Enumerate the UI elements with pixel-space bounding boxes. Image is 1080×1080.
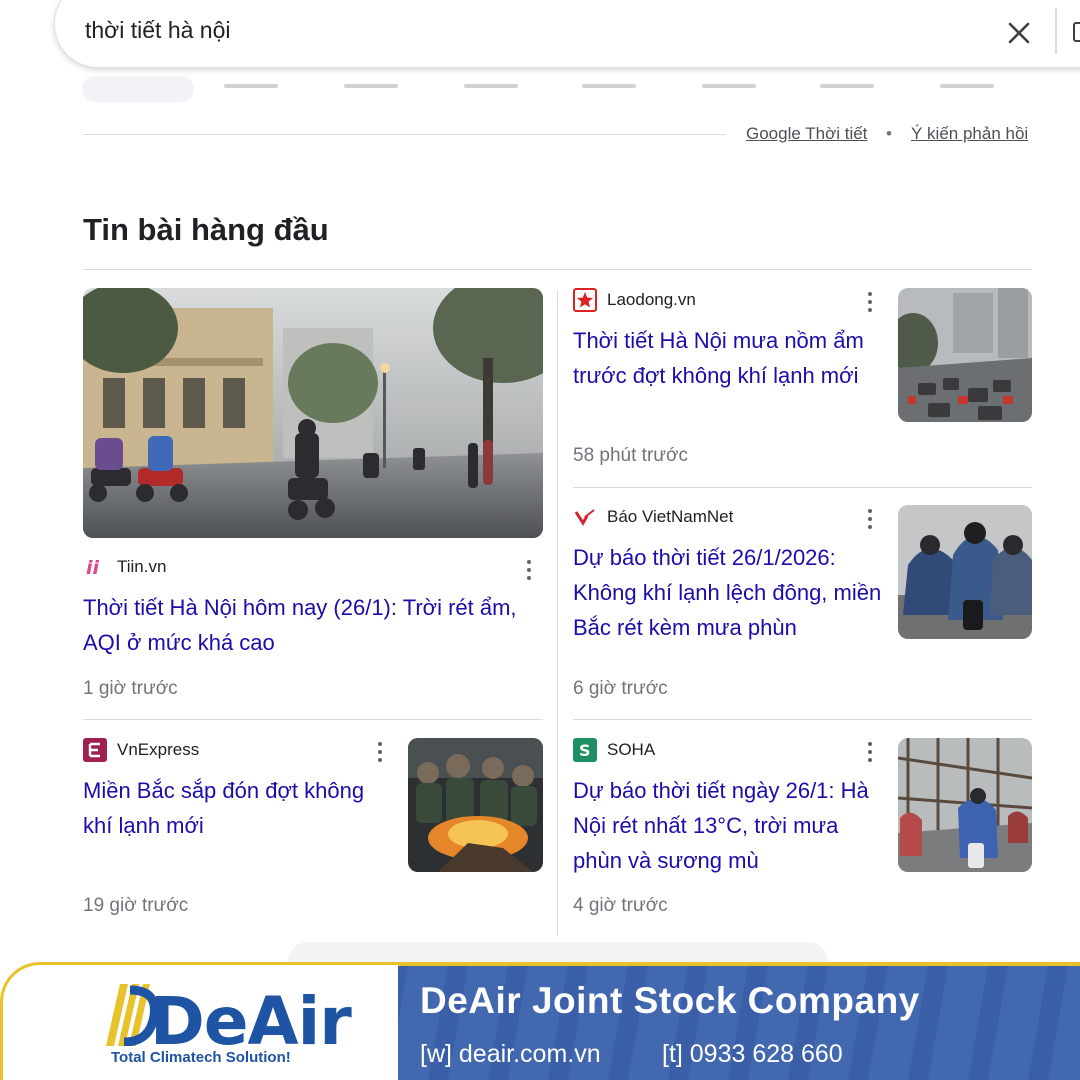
- more-options-icon[interactable]: [860, 290, 880, 314]
- source-name: SOHA: [607, 740, 656, 759]
- svg-text:S: S: [579, 741, 591, 759]
- svg-text:ii: ii: [86, 557, 100, 577]
- story-time: 6 giờ trước: [573, 678, 668, 699]
- soha-logo-icon: S: [573, 738, 597, 762]
- search-input[interactable]: thời tiết hà nội: [85, 17, 231, 44]
- more-options-icon[interactable]: [860, 740, 880, 764]
- source-name: Laodong.vn: [607, 290, 696, 309]
- selected-hour-pill[interactable]: [82, 76, 194, 102]
- story-image-fire-warming[interactable]: [408, 738, 543, 872]
- source-vietnamnet[interactable]: Báo VietNamNet: [573, 505, 733, 529]
- keyboard-icon[interactable]: [1073, 22, 1080, 42]
- story-time: 19 giờ trước: [83, 895, 189, 916]
- source-soha[interactable]: S SOHA: [573, 738, 655, 762]
- source-name: Báo VietNamNet: [607, 507, 734, 526]
- story-headline[interactable]: Thời tiết Hà Nội mưa nồm ẩm trước đợt kh…: [573, 323, 893, 393]
- company-name: DeAir Joint Stock Company: [420, 980, 920, 1021]
- deair-tagline: Total Climatech Solution!: [111, 1049, 291, 1066]
- laodong-star-icon: [573, 288, 597, 312]
- story-image-riders-raincoats[interactable]: [898, 505, 1032, 639]
- story-headline[interactable]: Thời tiết Hà Nội hôm nay (26/1): Trời ré…: [83, 590, 553, 660]
- feedback-link[interactable]: Ý kiến phản hồi: [911, 124, 1028, 144]
- vietnamnet-logo-icon: [573, 505, 597, 529]
- company-phone: [t] 0933 628 660: [662, 1040, 843, 1068]
- top-stories-title: Tin bài hàng đầu: [83, 212, 329, 247]
- source-name: Tiin.vn: [117, 557, 167, 576]
- source-vnexpress[interactable]: VnExpress: [83, 738, 199, 762]
- more-options-icon[interactable]: [370, 740, 390, 764]
- more-options-icon[interactable]: [860, 507, 880, 531]
- story-time: 4 giờ trước: [573, 895, 668, 916]
- search-bar-divider: [1055, 8, 1057, 54]
- story-image-foggy-street[interactable]: [83, 288, 543, 538]
- footer-separator: •: [886, 124, 892, 143]
- source-laodong[interactable]: Laodong.vn: [573, 288, 696, 312]
- column-divider: [557, 290, 558, 936]
- story-image-traffic-haze[interactable]: [898, 288, 1032, 422]
- story-image-bridge-riders[interactable]: [898, 738, 1032, 872]
- more-options-icon[interactable]: [519, 558, 539, 582]
- hourly-forecast-strip: [82, 70, 1042, 102]
- story-headline[interactable]: Dự báo thời tiết 26/1/2026: Không khí lạ…: [573, 540, 893, 645]
- company-website: [w] deair.com.vn: [420, 1040, 601, 1068]
- source-name: VnExpress: [117, 740, 200, 759]
- row-divider: [573, 719, 1032, 720]
- google-weather-link[interactable]: Google Thời tiết: [746, 124, 867, 144]
- row-divider: [573, 487, 1032, 488]
- story-headline[interactable]: Miền Bắc sắp đón đợt không khí lạnh mới: [83, 773, 393, 843]
- tiin-logo-icon: ii: [83, 555, 107, 579]
- weather-footer-divider: [83, 134, 726, 135]
- story-headline[interactable]: Dự báo thời tiết ngày 26/1: Hà Nội rét n…: [573, 773, 893, 878]
- section-divider: [83, 269, 1032, 270]
- clear-icon[interactable]: [1003, 17, 1035, 49]
- story-time: 58 phút trước: [573, 445, 688, 466]
- story-time: 1 giờ trước: [83, 678, 178, 699]
- row-divider: [83, 719, 543, 720]
- vnexpress-logo-icon: [83, 738, 107, 762]
- source-tiin[interactable]: ii Tiin.vn: [83, 555, 166, 579]
